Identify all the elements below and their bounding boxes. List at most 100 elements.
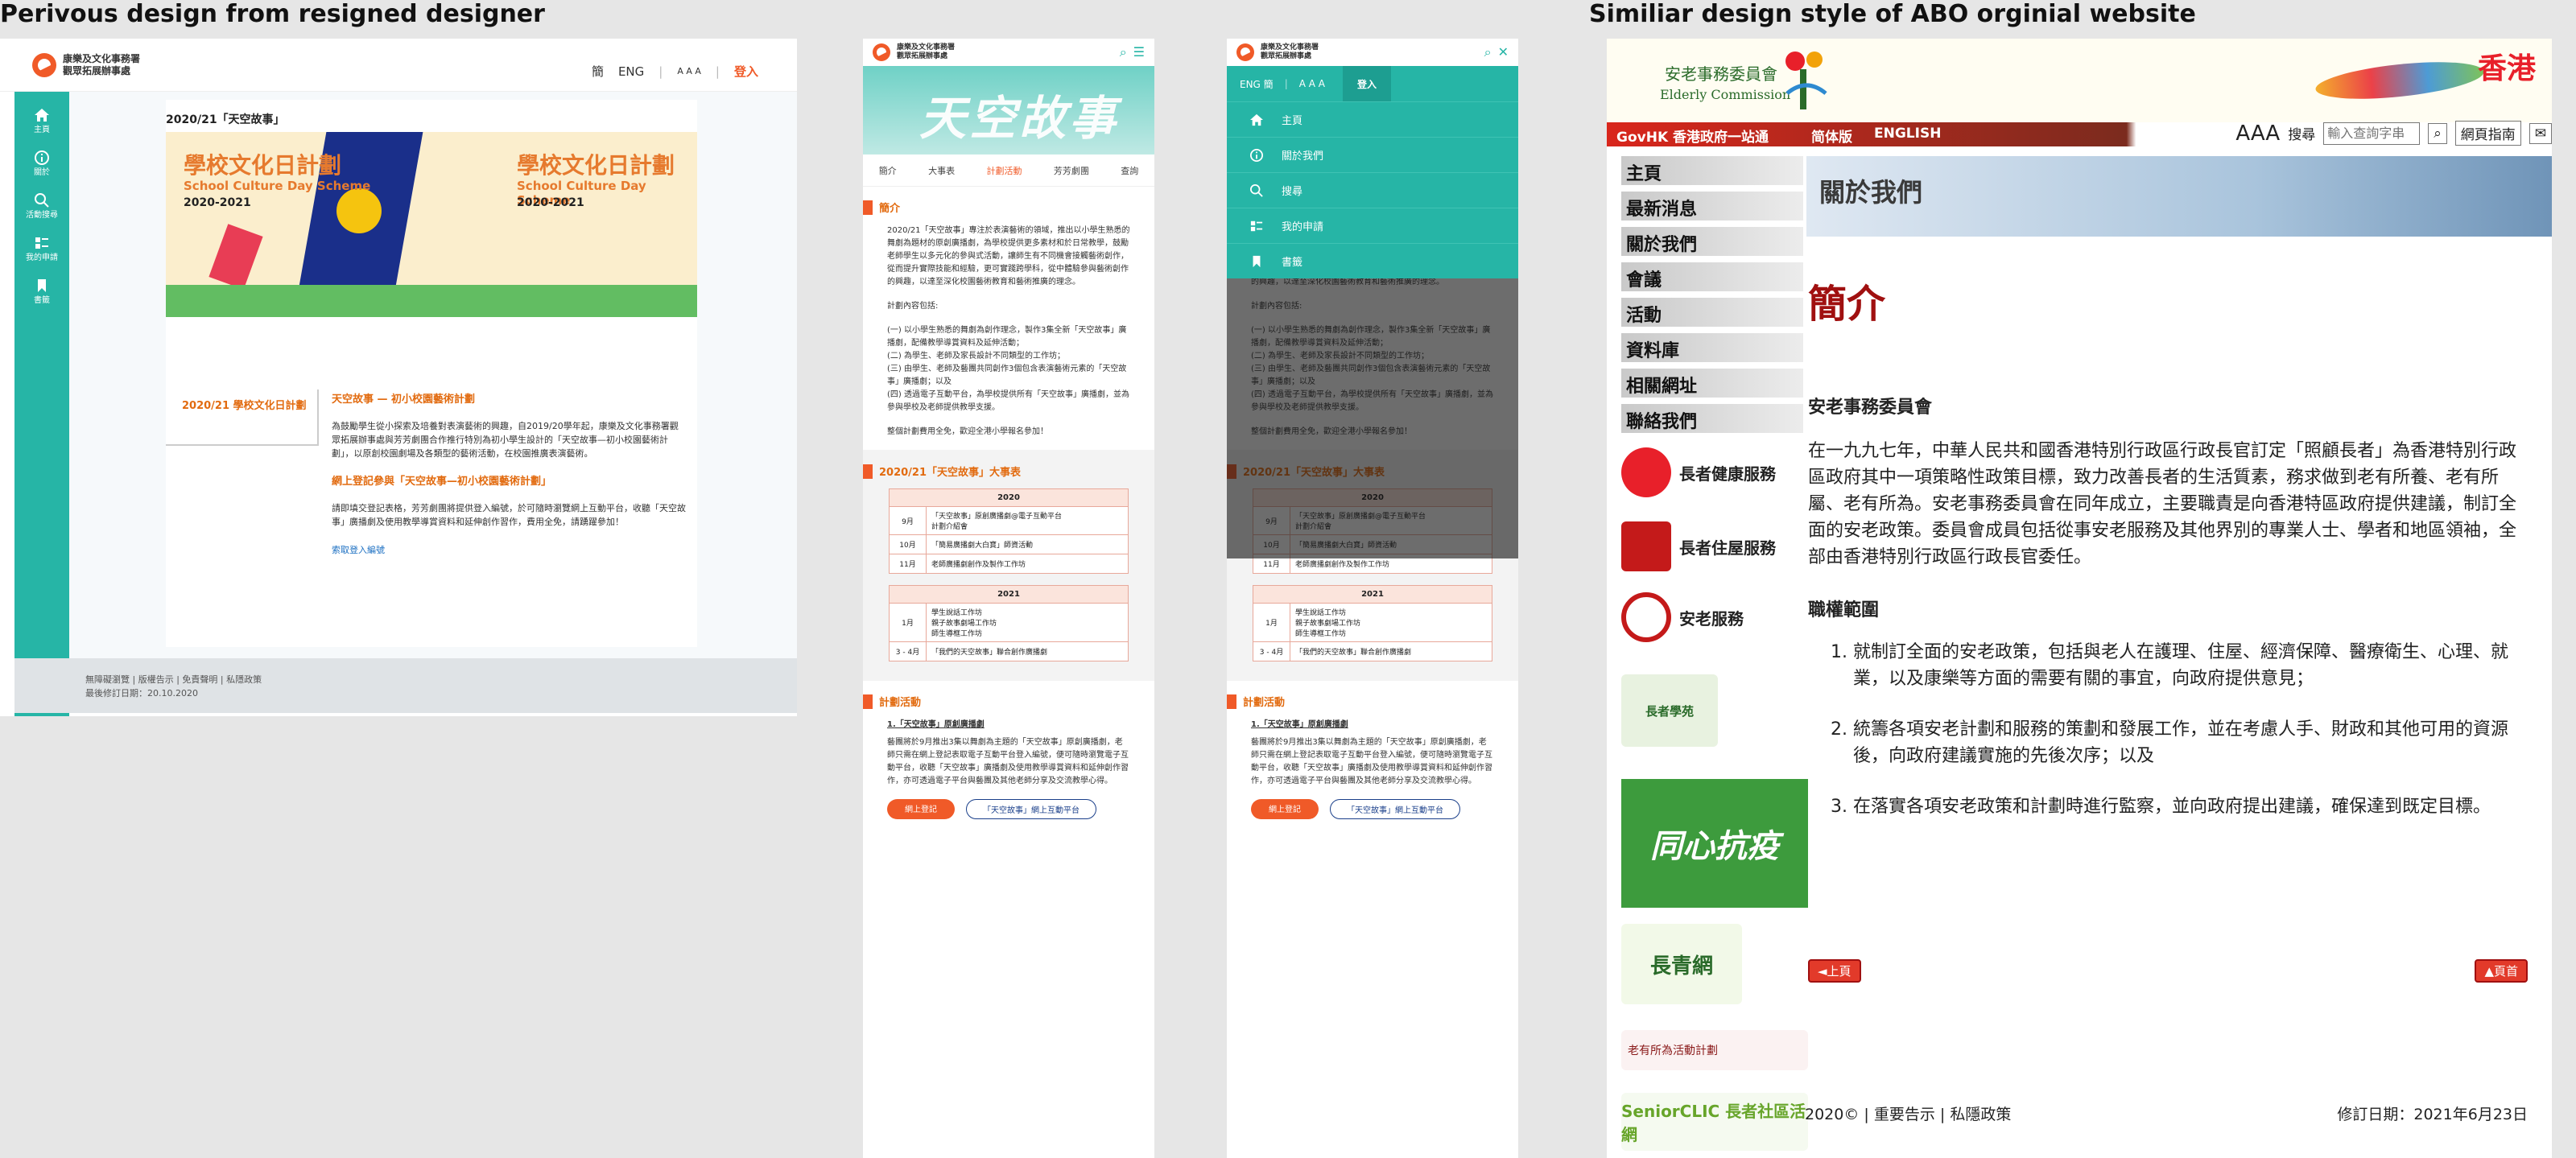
sidelink-elderly-health[interactable]: 長者健康服務 (1621, 447, 1808, 497)
caption-abo-design: Similiar design style of ABO orginial we… (1589, 0, 2196, 28)
sidebar-item-search[interactable]: 活動搜尋 (14, 193, 69, 220)
table-month: 10月 (889, 534, 927, 554)
search-label: 搜尋 (2288, 127, 2316, 143)
search-icon[interactable]: ⌕ (2428, 122, 2447, 144)
english-link[interactable]: ENGLISH (1874, 126, 1941, 142)
table-month: 9月 (889, 506, 927, 535)
table-item: 「我們的天空故事」聯合創作廣播劇 (926, 641, 1129, 661)
back-to-top-button[interactable]: ▲頁首 (2475, 959, 2528, 983)
mail-icon[interactable]: ✉ (2529, 122, 2552, 144)
sidelink-seniorclic[interactable]: SeniorCLIC 長者社區活網 (1621, 1093, 1808, 1151)
tab-troupe[interactable]: 芳芳劇團 (1054, 164, 1089, 177)
logo-line2: 觀眾拓展辦事處 (1261, 52, 1312, 60)
sidelink-elder-academy[interactable]: 長者學苑 (1621, 674, 1808, 747)
page-title: 2020/21「天空故事」 (166, 113, 285, 126)
nav-item-home[interactable]: 主頁 (1621, 156, 1803, 185)
seniorclic-logo: SeniorCLIC 長者社區活網 (1621, 1093, 1808, 1151)
menu-item-home[interactable]: 主頁 (1227, 101, 1518, 137)
login-button[interactable]: 登入 (1343, 66, 1392, 101)
sidelink-label: 長者健康服務 (1679, 464, 1776, 484)
plan-item: (一) 以小學生熟悉的舞劇為創作理念，製作3集全新「天空故事」廣播劇，配備教學導… (887, 326, 1127, 348)
abo-screenshot: 安老事務委員會 Elderly Commission 香港 GovHK 香港政府… (1607, 39, 2552, 1158)
footer-links[interactable]: 無障礙瀏覽 | 版權告示 | 免責聲明 | 私隱政策 (85, 673, 797, 686)
login-id-link[interactable]: 索取登入編號 (332, 545, 385, 555)
hamburger-menu-icon[interactable]: ☰ (1133, 44, 1145, 60)
lang-english-link[interactable]: ENG (618, 64, 644, 79)
menu-item-about[interactable]: 關於我們 (1227, 137, 1518, 172)
banner-title-zh: 學校文化日計劃 (184, 152, 342, 179)
main-content: 2020/21「天空故事」 學校文化日計劃 School Culture Day… (69, 92, 797, 697)
tab-enquiry[interactable]: 查詢 (1121, 164, 1138, 177)
sidelink-e-elderly[interactable]: 長青網 (1621, 924, 1808, 1004)
language-switch[interactable]: ENG 簡 (1240, 77, 1274, 91)
footer-links[interactable]: 2020© | 重要告示 | 私隱政策 (1805, 1102, 2011, 1124)
sidelink-opportunities[interactable]: 老有所為活動計劃 (1621, 1030, 1808, 1070)
search-icon[interactable]: ⌕ (1120, 44, 1127, 60)
header-icons: ⌕ ✕ (1484, 44, 1509, 60)
sidebar-item-about[interactable]: 關於 (14, 150, 69, 177)
search-input[interactable] (2323, 122, 2421, 145)
activity-subheading: 1.「天空故事」原創廣播劇 (887, 720, 985, 729)
nav-item-news[interactable]: 最新消息 (1621, 192, 1803, 220)
tab-schedule[interactable]: 大事表 (928, 164, 955, 177)
brand-hk-text: 香港 (2477, 52, 2536, 85)
housing-icon (1621, 521, 1671, 571)
list-item: 在落實各項安老政策和計劃時進行監察，並向政府提出建議，確保達到既定目標。 (1853, 793, 2521, 820)
sidelink-housing[interactable]: 長者住屋服務 (1621, 521, 1808, 571)
activity-paragraph: 藝團將於9月推出3集以舞劇為主題的「天空故事」原創廣播劇，老師只需在網上登記表取… (887, 738, 1129, 785)
table-month: 3 - 4月 (889, 641, 927, 661)
simplified-link[interactable]: 简体版 (1811, 126, 1852, 146)
info-icon (1250, 148, 1263, 162)
left-menu-item[interactable]: 2020/21 學校文化日計劃 (182, 399, 307, 414)
nav-item-about[interactable]: 關於我們 (1621, 227, 1803, 256)
search-icon[interactable]: ⌕ (1484, 44, 1492, 60)
lang-simplified-link[interactable]: 簡 (592, 63, 604, 80)
table-item: 「天空故事」原創廣播劇@電子互動平台 (931, 513, 1063, 521)
tab-activities[interactable]: 計劃活動 (986, 164, 1022, 177)
close-icon[interactable]: ✕ (1498, 44, 1509, 60)
menu-item-search[interactable]: 搜尋 (1227, 172, 1518, 208)
menu-item-applications[interactable]: 我的申請 (1227, 208, 1518, 243)
font-size-control[interactable]: A A A (1299, 78, 1325, 89)
sidebar-item-applications[interactable]: 我的申請 (14, 236, 69, 262)
sidebar-item-home[interactable]: 主頁 (14, 108, 69, 134)
lcsd-logo[interactable]: 康樂及文化事務署 觀眾拓展辦事處 (1236, 43, 1319, 61)
sidebar-item-bookmarks[interactable]: 書籤 (14, 278, 69, 305)
login-link[interactable]: 登入 (734, 63, 758, 80)
govhk-link[interactable]: GovHK 香港政府一站通 (1616, 126, 1769, 146)
section-heading: 計劃活動 (863, 694, 1130, 709)
menu-item-label: 我的申請 (1282, 221, 1324, 233)
banner-title-en: School Culture Day Scheme (184, 179, 371, 193)
platform-button[interactable]: 「天空故事」網上互動平台 (1330, 799, 1460, 819)
previous-page-button[interactable]: ◄上頁 (1808, 959, 1861, 983)
mobile-screenshot: 康樂及文化事務署 觀眾拓展辦事處 ⌕ ☰ 天空故事 簡介 大事表 計劃活動 芳芳劇… (863, 39, 1154, 1158)
list-item: 就制訂全面的安老政策，包括與老人在護理、住屋、經濟保障、醫療衛生、心理、就業，以… (1853, 639, 2521, 692)
lcsd-logo[interactable]: 康樂及文化事務署 觀眾拓展辦事處 (873, 43, 955, 61)
nav-item-activities[interactable]: 活動 (1621, 298, 1803, 327)
divider: | (1284, 78, 1288, 89)
nav-item-database[interactable]: 資料庫 (1621, 333, 1803, 362)
sidelink-anti-epidemic[interactable]: 同心抗疫 (1621, 779, 1808, 908)
register-button[interactable]: 網上登記 (887, 799, 955, 819)
content-card: 2020/21「天空故事」 學校文化日計劃 School Culture Day… (166, 100, 697, 647)
caption-previous-design: Perivous design from resigned designer (0, 0, 545, 28)
nav-item-links[interactable]: 相關網址 (1621, 369, 1803, 398)
platform-button[interactable]: 「天空故事」網上互動平台 (966, 799, 1096, 819)
lcsd-logo[interactable]: 康樂及文化事務署 觀眾拓展辦事處 (32, 53, 140, 77)
hero-banner: 天空故事 (863, 66, 1154, 155)
lcsd-logo-icon (873, 43, 890, 61)
nav-item-contact[interactable]: 聯絡我們 (1621, 404, 1803, 433)
sidelink-elderly-services[interactable]: 安老服務 (1621, 592, 1808, 642)
lcsd-logo-icon (1236, 43, 1254, 61)
sitemap-link[interactable]: 網頁指南 (2454, 121, 2521, 146)
register-button[interactable]: 網上登記 (1251, 799, 1319, 819)
table-year: 2021 (1253, 585, 1492, 604)
nav-item-meetings[interactable]: 會議 (1621, 262, 1803, 291)
font-size-control[interactable]: A A A (677, 66, 701, 76)
tab-intro[interactable]: 簡介 (879, 164, 897, 177)
elderly-commission-logo-icon[interactable] (1779, 45, 1834, 114)
menu-item-label: 關於我們 (1282, 150, 1324, 163)
dropdown-menu: ENG 簡 | A A A 登入 主頁 關於我們 搜尋 我的申請 書籤 (1227, 66, 1518, 278)
menu-item-bookmarks[interactable]: 書籤 (1227, 243, 1518, 278)
font-size-control[interactable]: AAA (2235, 122, 2280, 146)
